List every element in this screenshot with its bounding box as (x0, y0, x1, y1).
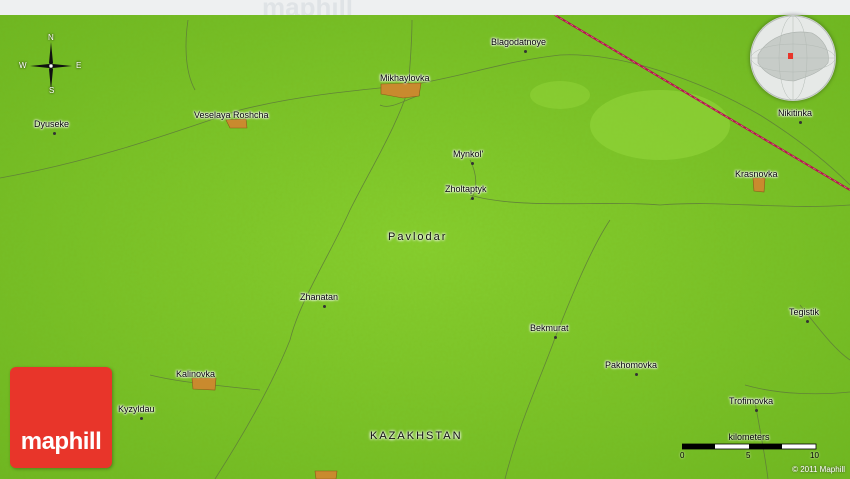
place-label[interactable]: Mikhaylovka (380, 73, 430, 84)
compass-e-label: E (76, 61, 82, 70)
scale-graphic (682, 443, 817, 450)
compass-w-label: W (19, 61, 27, 70)
locator-globe (750, 15, 836, 101)
scale-tick: 5 (746, 451, 751, 460)
scale-bar: kilometers 0 5 10 (680, 432, 819, 462)
place-label[interactable]: Pakhomovka (605, 360, 657, 371)
location-marker (788, 53, 793, 59)
scale-tick: 0 (680, 451, 685, 460)
place-label[interactable]: Kyzyldau (118, 404, 155, 415)
place-marker (471, 197, 474, 200)
copyright: © 2011 Maphill (792, 465, 845, 474)
place-label[interactable]: Mynkol' (453, 149, 483, 160)
maphill-logo[interactable]: maphill (10, 367, 112, 468)
place-marker (806, 320, 809, 323)
place-label[interactable]: Bekmurat (530, 323, 569, 334)
logo-text: maphill (20, 428, 102, 455)
settlement-krasnovka (752, 177, 766, 193)
place-marker (471, 162, 474, 165)
place-marker (635, 373, 638, 376)
place-marker (524, 50, 527, 53)
scale-title: kilometers (728, 432, 770, 442)
compass-s-label: S (49, 86, 55, 95)
place-label[interactable]: Tegistik (789, 307, 819, 318)
place-label[interactable]: Krasnovka (735, 169, 778, 180)
terrain-patch (590, 90, 730, 160)
region-label: Pavlodar (388, 231, 448, 243)
place-label[interactable]: Zholtaptyk (445, 184, 487, 195)
place-label[interactable]: Kalinovka (176, 369, 215, 380)
place-marker (53, 132, 56, 135)
place-label[interactable]: Zhanatan (300, 292, 338, 303)
place-marker (140, 417, 143, 420)
scale-tick: 10 (810, 451, 819, 460)
place-marker (554, 336, 557, 339)
top-strip: maphill (0, 0, 850, 22)
country-label: KAZAKHSTAN (370, 430, 463, 442)
terrain-patch (530, 81, 590, 109)
place-marker (799, 121, 802, 124)
place-label[interactable]: Trofimovka (729, 396, 773, 407)
globe-icon (750, 15, 836, 101)
settlement-south (314, 470, 338, 479)
compass-n-label: N (48, 33, 54, 42)
place-label[interactable]: Blagodatnoye (491, 37, 546, 48)
place-label[interactable]: Dyuseke (34, 119, 69, 130)
place-label[interactable]: Nikitinka (778, 108, 812, 119)
place-marker (323, 305, 326, 308)
place-marker (755, 409, 758, 412)
place-label[interactable]: Veselaya Roshcha (194, 110, 269, 121)
